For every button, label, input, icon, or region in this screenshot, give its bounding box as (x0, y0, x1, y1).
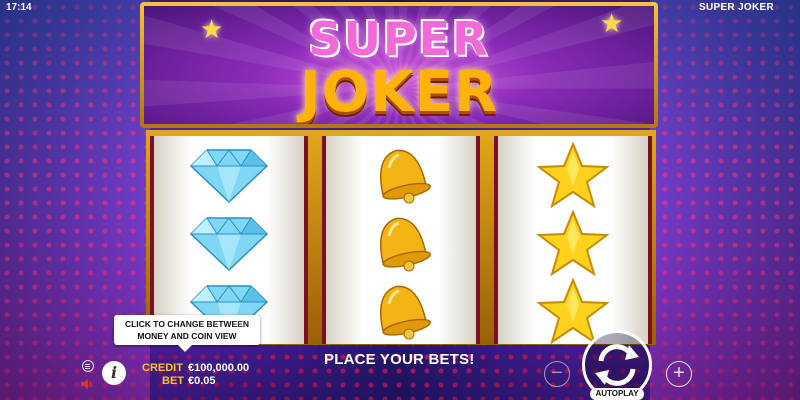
status-message: PLACE YOUR BETS! (324, 351, 475, 368)
background-right-glow (650, 0, 800, 400)
credit-value[interactable]: €100,000.00 (188, 362, 249, 374)
speaker-icon[interactable] (80, 377, 94, 395)
bet-label[interactable]: BET (162, 375, 184, 387)
increase-bet-button[interactable]: + (666, 361, 692, 387)
bell-icon (359, 210, 443, 274)
diamond-icon (189, 144, 269, 204)
diamond-icon (189, 212, 269, 272)
money-coin-tooltip: CLICK TO CHANGE BETWEEN MONEY AND COIN V… (114, 315, 260, 352)
star-icon (537, 210, 609, 276)
menu-icon[interactable] (82, 360, 94, 372)
autoplay-button[interactable]: AUTOPLAY (590, 388, 644, 400)
clock: 17:14 (6, 2, 32, 13)
reel-3 (494, 136, 652, 344)
bell-icon (359, 142, 443, 206)
bell-icon (359, 278, 443, 342)
credit-label[interactable]: CREDIT (142, 362, 183, 374)
logo-panel: ★ ★ SUPER JOKER (140, 2, 658, 128)
game-title: SUPER JOKER (699, 2, 774, 13)
logo-joker-text: JOKER (299, 60, 499, 124)
reel-1 (150, 136, 308, 344)
decrease-bet-button[interactable]: − (544, 361, 570, 387)
logo-background: ★ ★ SUPER JOKER (144, 6, 654, 124)
bet-value[interactable]: €0.05 (188, 375, 216, 387)
tooltip-line-2: MONEY AND COIN VIEW (137, 331, 237, 341)
star-icon (537, 142, 609, 208)
reel-2 (322, 136, 480, 344)
reels-frame (146, 130, 656, 345)
info-icon[interactable]: i (102, 361, 126, 385)
logo-super-text: SUPER (308, 12, 490, 66)
tooltip-line-1: CLICK TO CHANGE BETWEEN (124, 319, 250, 329)
